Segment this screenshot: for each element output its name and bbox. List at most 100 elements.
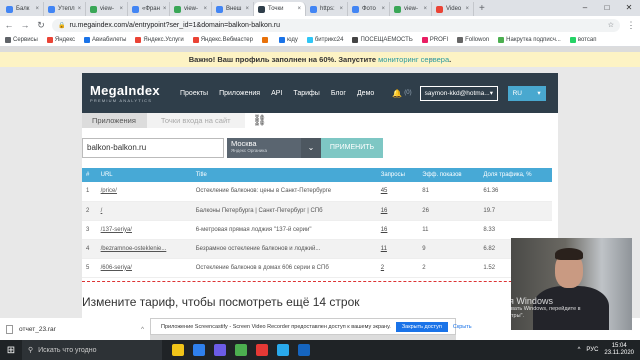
queries-link[interactable]: 16: [376, 201, 419, 221]
browser-tab[interactable]: Video ×: [432, 2, 474, 16]
back-icon[interactable]: ←: [4, 20, 14, 30]
breadcrumb-apps[interactable]: Приложения: [82, 113, 147, 128]
taskbar-app-icon[interactable]: [235, 344, 247, 356]
column-header[interactable]: Эфф. показов: [418, 168, 480, 182]
bookmark-item[interactable]: Сервисы: [5, 37, 38, 43]
nav-menu-item[interactable]: API: [271, 90, 282, 97]
minimize-icon[interactable]: –: [574, 0, 596, 16]
stop-sharing-button[interactable]: Закрыть доступ: [395, 321, 448, 332]
tab-close-icon[interactable]: ×: [381, 6, 385, 12]
taskbar-app-icon[interactable]: [277, 344, 289, 356]
apply-button[interactable]: ПРИМЕНИТЬ: [321, 138, 383, 158]
bookmark-item[interactable]: PROFI: [421, 37, 448, 43]
column-header[interactable]: Доля трафика, %: [479, 168, 552, 182]
queries-link[interactable]: 16: [376, 220, 419, 240]
notice-close-icon[interactable]: ×: [429, 52, 433, 67]
browser-tab[interactable]: Точки ×: [254, 2, 306, 16]
clock[interactable]: 15:04 23.11.2020: [604, 343, 634, 357]
queries-link[interactable]: 45: [376, 182, 419, 202]
browser-tab[interactable]: Внеш ×: [212, 2, 254, 16]
bookmark-item[interactable]: юду: [278, 37, 298, 43]
taskbar-app-icon[interactable]: [193, 344, 205, 356]
tab-close-icon[interactable]: ×: [119, 6, 123, 12]
bookmark-item[interactable]: битрикс24: [306, 37, 343, 43]
bookmark-icon: [421, 37, 428, 43]
tab-close-icon[interactable]: ×: [78, 6, 82, 12]
column-header[interactable]: Запросы: [376, 168, 419, 182]
browser-tab[interactable]: view- ×: [390, 2, 432, 16]
column-header[interactable]: #: [82, 168, 97, 182]
browser-tab[interactable]: view- ×: [170, 2, 212, 16]
link-icon[interactable]: ⛓: [253, 114, 267, 127]
column-header[interactable]: Title: [191, 168, 377, 182]
nav-menu-item[interactable]: Приложения: [219, 90, 260, 97]
bookmark-item[interactable]: Яндекс.Услуги: [135, 37, 184, 43]
tab-favicon-icon: [174, 5, 181, 13]
taskbar-app-icon[interactable]: [298, 344, 310, 356]
maximize-icon[interactable]: □: [596, 0, 618, 16]
menu-dots-icon[interactable]: ⋮: [626, 20, 636, 31]
taskbar-search[interactable]: ⚲ Искать что угодно: [22, 340, 162, 360]
taskbar-app-icon[interactable]: [172, 344, 184, 356]
nav-menu-item[interactable]: Демо: [357, 90, 374, 97]
url-link[interactable]: /137-seriya/: [96, 220, 192, 240]
bookmark-item[interactable]: Авиабилеты: [84, 37, 126, 43]
language-select[interactable]: RU ▾: [507, 85, 546, 101]
forward-icon[interactable]: →: [20, 20, 30, 30]
download-item[interactable]: отчет_23.rar ^: [0, 318, 150, 340]
browser-tab-bar: Балк × Утепл × view- × «Фран × view- × Внеш × Точки ×…: [0, 0, 640, 16]
chevron-up-icon[interactable]: ^: [141, 326, 144, 333]
nav-menu-item[interactable]: Проекты: [180, 90, 208, 97]
bookmark-item[interactable]: Накрутка подписч...: [498, 37, 561, 43]
column-header[interactable]: URL: [96, 168, 192, 182]
domain-input[interactable]: balkon-balkon.ru: [82, 138, 224, 158]
bell-icon[interactable]: 🔔: [392, 89, 402, 98]
notice-link[interactable]: мониторинг сервера: [378, 55, 449, 64]
hide-banner-button[interactable]: Скрыть: [453, 324, 472, 330]
bookmark-item[interactable]: [261, 37, 270, 43]
tab-close-icon[interactable]: ×: [339, 6, 343, 12]
window-controls: – □ ✕: [574, 0, 640, 16]
taskbar-app-icon[interactable]: [214, 344, 226, 356]
tab-close-icon[interactable]: ×: [423, 6, 427, 12]
star-icon[interactable]: ☆: [608, 21, 614, 29]
new-tab-button[interactable]: +: [474, 2, 490, 16]
tab-close-icon[interactable]: ×: [245, 6, 249, 12]
region-select[interactable]: Москва Яндекс Органика ⌄: [227, 138, 321, 158]
browser-tab[interactable]: Утепл ×: [44, 2, 86, 16]
browser-tab[interactable]: https: ×: [306, 2, 348, 16]
bookmark-item[interactable]: вотсап: [569, 37, 596, 43]
browser-tab[interactable]: «Фран ×: [128, 2, 170, 16]
tab-close-icon[interactable]: ×: [297, 6, 301, 12]
close-window-icon[interactable]: ✕: [618, 0, 640, 16]
tab-close-icon[interactable]: ×: [465, 6, 469, 12]
address-bar[interactable]: 🔒 ru.megaindex.com/a/entrypoint?ser_id=1…: [52, 18, 620, 32]
browser-tab[interactable]: Фото ×: [348, 2, 390, 16]
tab-close-icon[interactable]: ×: [203, 6, 207, 12]
url-link[interactable]: /bezramnoe-osteklenie...: [96, 239, 192, 259]
tab-close-icon[interactable]: ×: [163, 6, 167, 12]
nav-menu-item[interactable]: Блог: [331, 90, 346, 97]
user-account-dropdown[interactable]: saymon-kkd@hotma... ▾: [419, 85, 498, 101]
language-indicator[interactable]: РУС: [586, 347, 598, 353]
table-header-row: # URL Title Запросы Эфф. показов Доля трафика…: [82, 168, 552, 182]
tab-close-icon[interactable]: ×: [35, 6, 39, 12]
chevron-up-icon[interactable]: ^: [578, 347, 581, 353]
bookmark-item[interactable]: ПОСЕЩАЕМОСТЬ: [352, 37, 413, 43]
logo[interactable]: MegaIndex PREMIUM ANALYTICS: [82, 83, 170, 103]
nav-menu-item[interactable]: Тарифы: [293, 90, 319, 97]
bookmark-icon: [84, 37, 91, 43]
browser-tab[interactable]: view- ×: [86, 2, 128, 16]
url-link[interactable]: /606-seriya/: [96, 258, 192, 278]
reload-icon[interactable]: ↻: [36, 20, 46, 31]
bookmark-item[interactable]: Яндекс: [46, 37, 75, 43]
taskbar-app-icon[interactable]: [256, 344, 268, 356]
url-link[interactable]: /price/: [96, 182, 192, 202]
url-link[interactable]: /: [96, 201, 192, 221]
queries-link[interactable]: 11: [376, 239, 419, 259]
queries-link[interactable]: 2: [376, 258, 419, 278]
bookmark-item[interactable]: Followon: [457, 37, 489, 43]
bookmark-item[interactable]: Яндекс.Вебмастер: [192, 37, 253, 43]
windows-start-icon[interactable]: ⊞: [0, 345, 22, 356]
browser-tab[interactable]: Балк ×: [2, 2, 44, 16]
